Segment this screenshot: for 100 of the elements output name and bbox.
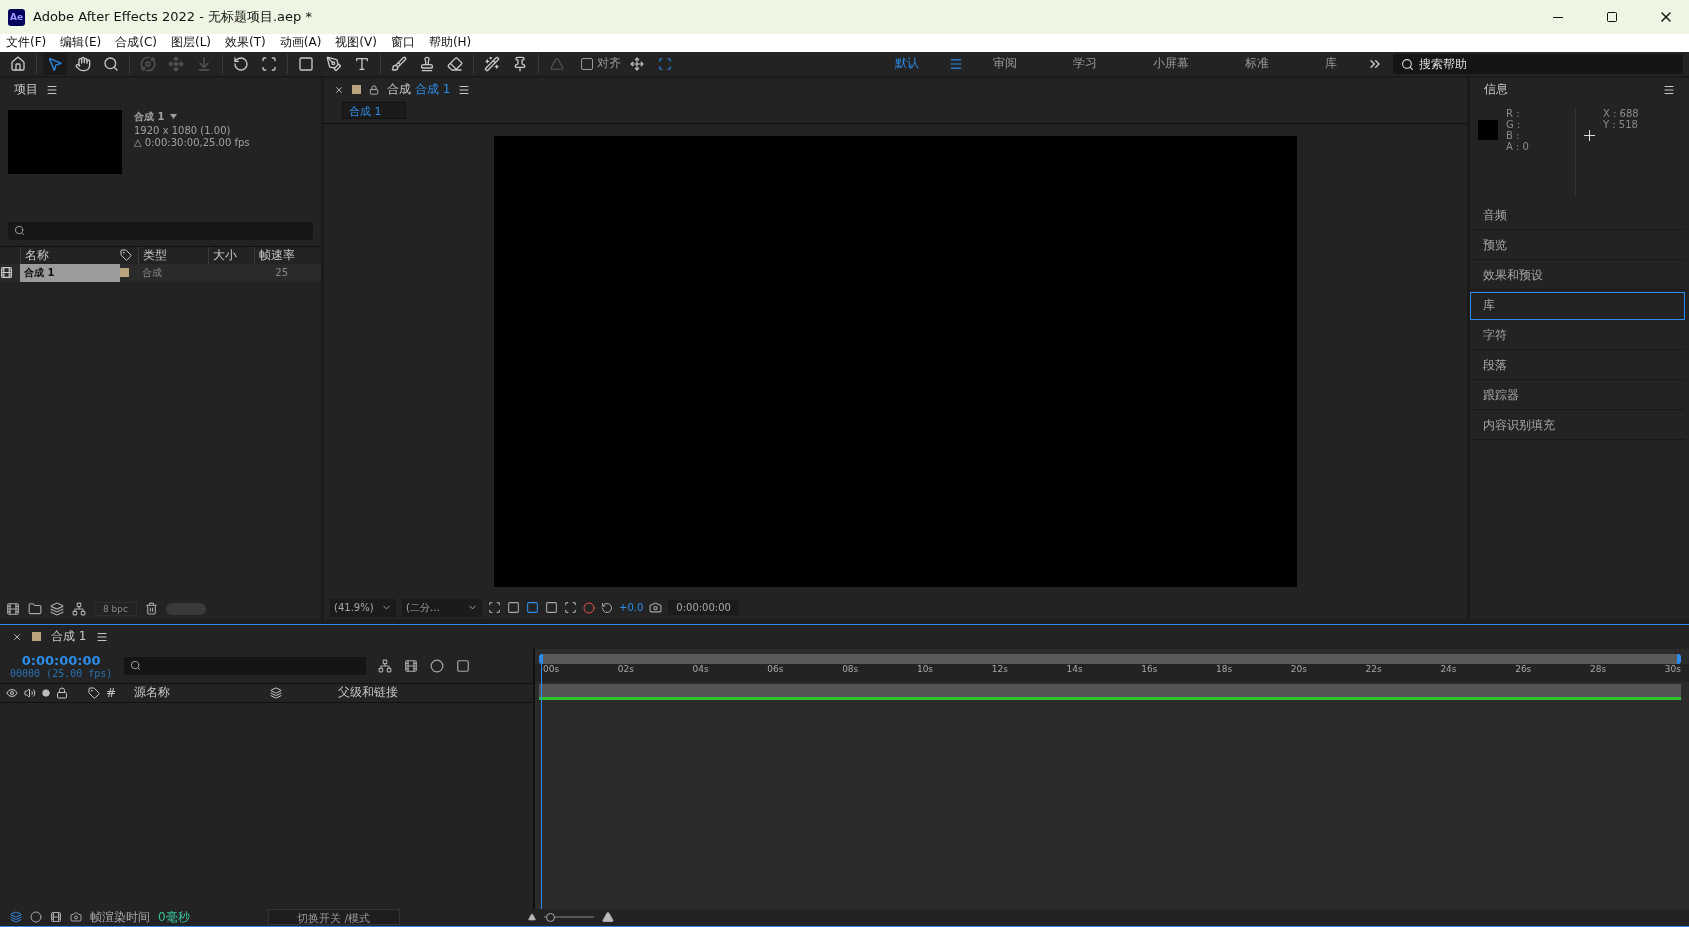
brush-icon: [391, 55, 407, 72]
exposure-value[interactable]: +0.0: [619, 602, 644, 614]
text-icon: [354, 55, 370, 72]
panel-item[interactable]: 预览: [1470, 231, 1685, 260]
menu-item[interactable]: 文件(F): [6, 34, 47, 52]
label-swatch: [32, 632, 41, 642]
column-header: 源名称: [134, 684, 171, 702]
ruler-label: 16s: [1141, 663, 1158, 676]
menu-icon[interactable]: [96, 630, 109, 643]
menu-item[interactable]: 帮助(H): [428, 34, 472, 52]
frame-icon[interactable]: [488, 601, 501, 615]
panel-item[interactable]: 内容识别填充: [1470, 411, 1685, 440]
comp-size: 1920 x 1080 (1.00): [134, 124, 232, 136]
lock-icon[interactable]: [369, 84, 379, 95]
ruler-label: 12s: [991, 663, 1008, 676]
mask-icon[interactable]: [526, 601, 539, 615]
workspace-tab[interactable]: 默认: [869, 55, 945, 73]
color-swatch: [1478, 119, 1498, 140]
comp-name: 合成 1: [134, 109, 165, 124]
current-time[interactable]: 0:00:00:00: [21, 652, 101, 668]
pin-icon: [512, 55, 528, 72]
frame-icon: [658, 56, 672, 71]
panel-item[interactable]: 音频: [1470, 201, 1685, 230]
workspace-tab[interactable]: 库: [1299, 55, 1363, 73]
menu-icon[interactable]: [1663, 83, 1675, 96]
ruler-label: 28s: [1589, 663, 1607, 676]
menu-item[interactable]: 效果(T): [225, 34, 266, 52]
ruler-label: 04s: [692, 663, 709, 676]
render-time-label: 帧渲染时间: [90, 909, 150, 926]
x-coordinate: X : 688: [1603, 107, 1639, 119]
toggle-modes-button[interactable]: 切换开关 /模式: [267, 909, 400, 926]
resolution-dropdown[interactable]: (二分…: [402, 598, 482, 617]
zoom-dropdown[interactable]: (41.9%): [330, 598, 396, 617]
trash-icon[interactable]: [144, 602, 158, 616]
panel-item[interactable]: 段落: [1470, 351, 1685, 380]
help-search-field[interactable]: 搜索帮助: [1393, 53, 1683, 74]
menu-item[interactable]: 窗口: [390, 34, 415, 52]
zoom-in-icon[interactable]: [601, 911, 614, 924]
solo-icon[interactable]: [42, 688, 50, 697]
eye-icon[interactable]: [6, 686, 18, 699]
ruler-label: 08s: [842, 663, 859, 676]
folder-icon[interactable]: [28, 601, 42, 616]
home-icon: [10, 55, 26, 72]
viewer-tab[interactable]: 合成 合成 1: [387, 81, 451, 99]
search-field[interactable]: [8, 221, 313, 240]
film-icon[interactable]: [50, 911, 62, 924]
flowchart-icon[interactable]: [72, 601, 86, 616]
eraser-icon: [447, 55, 463, 72]
bpc-button[interactable]: 8 bpc: [94, 601, 137, 616]
comp-subtab[interactable]: 合成 1: [342, 101, 406, 119]
workspace-tab[interactable]: 审阅: [967, 55, 1043, 73]
close-icon[interactable]: [12, 631, 22, 642]
camera-icon[interactable]: [649, 601, 663, 615]
ruler-label: 02s: [617, 663, 634, 676]
snap-checkbox[interactable]: 对齐: [581, 55, 621, 73]
pointer-tool[interactable]: [43, 52, 67, 75]
panel-item[interactable]: 效果和预设: [1470, 261, 1685, 290]
column-header[interactable]: 名称: [20, 246, 120, 264]
column-header: 父级和链接: [338, 684, 399, 702]
maximize-icon: [1606, 11, 1618, 23]
close-icon[interactable]: [334, 84, 344, 95]
timecode-field[interactable]: 0:00:00:00: [668, 600, 739, 616]
ruler-label: 24s: [1440, 663, 1457, 676]
panel-item[interactable]: 跟踪器: [1470, 381, 1685, 410]
ruler-label: 22s: [1365, 663, 1382, 676]
comp-duration: △ 0:00:30:00,25.00 fps: [134, 136, 250, 148]
column-header[interactable]: 类型: [138, 246, 208, 264]
timeline-tab[interactable]: 合成 1: [51, 628, 87, 646]
y-coordinate: Y : 518: [1603, 118, 1639, 130]
search-field[interactable]: [124, 656, 367, 675]
pen-icon: [326, 55, 342, 72]
menu-item[interactable]: 图层(L): [170, 34, 212, 52]
menu-icon[interactable]: [458, 83, 471, 96]
column-header[interactable]: 帧速率: [254, 246, 294, 264]
menu-item[interactable]: 动画(A): [279, 34, 322, 52]
channel-value: R :: [1506, 107, 1521, 119]
search-icon: [14, 225, 25, 237]
panel-item[interactable]: 库: [1470, 291, 1685, 320]
flowchart-icon[interactable]: [378, 658, 393, 673]
menu-item[interactable]: 视图(V): [335, 34, 377, 52]
menu-item[interactable]: 编辑(E): [60, 34, 102, 52]
zoom-out-icon[interactable]: [527, 913, 536, 922]
lock-icon[interactable]: [56, 686, 68, 699]
panel-title: 信息: [1484, 81, 1508, 99]
ruler-label: 26s: [1515, 663, 1532, 676]
channel-value: B :: [1506, 129, 1521, 141]
ruler-label: 30s: [1664, 663, 1681, 676]
workspace-tab[interactable]: 标准: [1219, 55, 1295, 73]
workspace-tab[interactable]: 小屏幕: [1127, 55, 1215, 73]
panel-item[interactable]: 字符: [1470, 321, 1685, 350]
audio-icon[interactable]: [24, 686, 36, 699]
channel-value: A : 0: [1506, 140, 1530, 152]
menu-item[interactable]: 合成(C): [115, 34, 157, 52]
dashed-frame-icon: [261, 55, 277, 72]
layers-icon[interactable]: [10, 911, 22, 924]
menu-icon[interactable]: [46, 83, 58, 96]
dropdown-triangle-icon[interactable]: [170, 114, 178, 120]
item-name[interactable]: 合成 1: [20, 263, 120, 282]
workspace-tab[interactable]: 学习: [1047, 55, 1123, 73]
column-header[interactable]: 大小: [208, 246, 254, 264]
